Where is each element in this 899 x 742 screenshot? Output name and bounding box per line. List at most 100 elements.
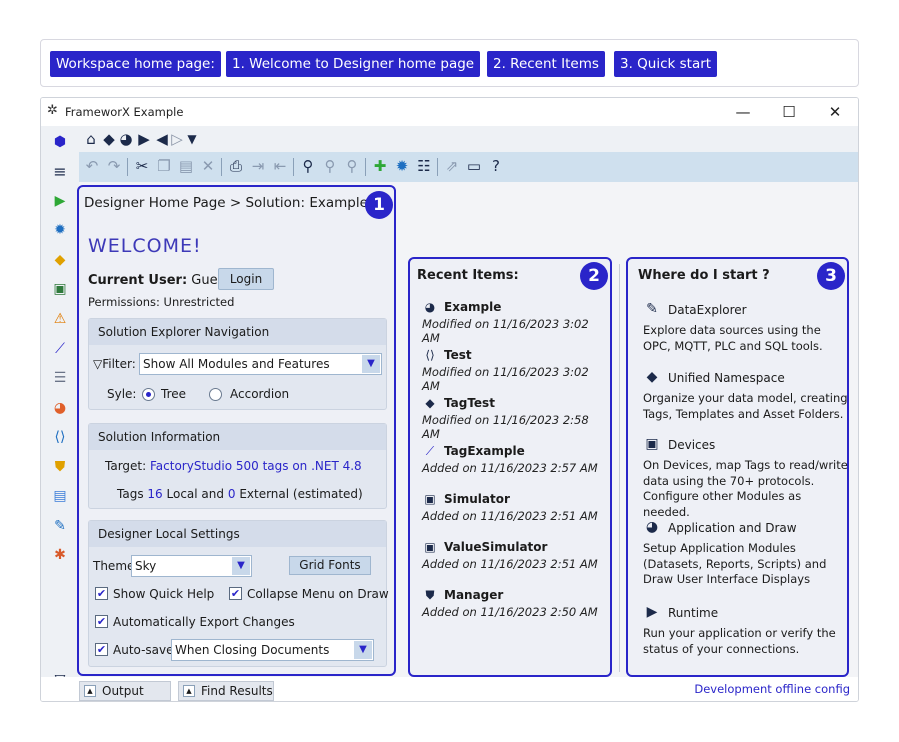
- filter-label-wrap: ▽Filter:: [93, 357, 136, 371]
- group-title: Designer Local Settings: [89, 521, 386, 547]
- welcome-designer-button[interactable]: 1. Welcome to Designer home page: [226, 51, 481, 77]
- status-text[interactable]: Development offline config: [694, 682, 850, 696]
- close-button[interactable]: ✕: [823, 101, 847, 123]
- welcome-heading: WELCOME!: [88, 235, 202, 257]
- quick-start-item-desc: Run your application or verify the statu…: [643, 626, 836, 656]
- paste-icon[interactable]: ▤: [176, 156, 196, 176]
- quick-start-item-desc: Explore data sources using the OPC, MQTT…: [643, 323, 823, 353]
- theme-select-value: Sky: [135, 559, 157, 573]
- recent-item-name[interactable]: TagTest: [444, 396, 495, 410]
- login-button[interactable]: Login: [218, 268, 274, 290]
- runtime-icon[interactable]: ▶: [51, 192, 69, 210]
- output-tab[interactable]: ▲ Output: [79, 681, 171, 701]
- auto-export-label: Automatically Export Changes: [113, 615, 295, 629]
- recent-item-date: Added on 11/16/2023 2:51 AM: [422, 557, 598, 571]
- cut-icon[interactable]: ✂: [132, 156, 152, 176]
- recent-items-panel: Recent Items: 2 ◕ Example Modified on 11…: [408, 257, 612, 677]
- tags-local-count[interactable]: 16: [147, 487, 162, 501]
- search-icon[interactable]: ⚲: [298, 156, 318, 176]
- chevron-down-icon[interactable]: ▼: [362, 355, 380, 373]
- quick-start-item-title[interactable]: Application and Draw: [668, 521, 797, 535]
- quick-toolbar: ⌂ ◆ ◕ ▶ ◀ ▷ ▼: [79, 126, 858, 152]
- chevron-down-icon[interactable]: ▼: [182, 129, 202, 149]
- toolbar-separator: [293, 158, 294, 176]
- security-icon[interactable]: ⛊: [51, 458, 69, 476]
- tags-external-count[interactable]: 0: [228, 487, 236, 501]
- scripts-icon[interactable]: ⟨⟩: [51, 428, 69, 446]
- filter-funnel-icon: ▽: [93, 357, 103, 371]
- step-badge-3: 3: [817, 262, 845, 290]
- redo-icon[interactable]: ↷: [104, 156, 124, 176]
- quick-start-item-desc: On Devices, map Tags to read/write data …: [643, 458, 848, 519]
- recent-items-button[interactable]: 2. Recent Items: [487, 51, 605, 77]
- unified-namespace-icon[interactable]: ◆: [51, 251, 69, 269]
- current-user: Current User: Guest: [88, 273, 229, 288]
- auto-export-checkbox[interactable]: ✔: [95, 615, 108, 628]
- style-tree-label: Tree: [161, 387, 187, 401]
- quick-start-item-title[interactable]: Devices: [668, 438, 715, 452]
- import-icon[interactable]: ⇥: [248, 156, 268, 176]
- quick-start-item-title[interactable]: DataExplorer: [668, 303, 747, 317]
- recent-item-date: Added on 11/16/2023 2:51 AM: [422, 509, 598, 523]
- recent-item-name[interactable]: Example: [444, 300, 501, 314]
- devices-icon[interactable]: ▣: [51, 280, 69, 298]
- style-tree-radio[interactable]: [142, 388, 155, 401]
- show-quick-help-checkbox[interactable]: ✔: [95, 587, 108, 600]
- workspace-home-button[interactable]: Workspace home page:: [50, 51, 221, 77]
- settings-icon[interactable]: ✹: [51, 221, 69, 239]
- recent-item-name[interactable]: ValueSimulator: [444, 540, 547, 554]
- breadcrumb: Designer Home Page > Solution: Example: [84, 195, 368, 211]
- datasets-icon[interactable]: ☰: [51, 369, 69, 387]
- home-icon[interactable]: ⌂: [81, 129, 101, 149]
- recent-item-name[interactable]: Manager: [444, 588, 503, 602]
- undo-icon[interactable]: ↶: [82, 156, 102, 176]
- bottom-bar: ▲ Output ▲ Find Results Development offl…: [41, 677, 858, 701]
- export-icon[interactable]: ⇤: [270, 156, 290, 176]
- tags-local-label: Local and: [166, 487, 225, 501]
- maximize-button[interactable]: ☐: [777, 101, 801, 123]
- minimize-button[interactable]: —: [731, 101, 755, 123]
- quick-start-item-title[interactable]: Runtime: [668, 606, 718, 620]
- chevron-down-icon[interactable]: ▼: [354, 641, 372, 659]
- menu-icon[interactable]: ≡: [51, 163, 69, 181]
- find-next-icon[interactable]: ⚲: [320, 156, 340, 176]
- find-prev-icon[interactable]: ⚲: [342, 156, 362, 176]
- print-icon[interactable]: ⎙: [226, 156, 246, 176]
- collapse-menu-checkbox[interactable]: ✔: [229, 587, 242, 600]
- target-value[interactable]: FactoryStudio 500 tags on .NET 4.8: [150, 459, 362, 473]
- theme-select[interactable]: Sky ▼: [131, 555, 252, 577]
- solution-icon[interactable]: ⬢: [51, 133, 69, 151]
- quick-start-item-title[interactable]: Unified Namespace: [668, 371, 785, 385]
- comment-icon[interactable]: ▭: [464, 156, 484, 176]
- auto-save-checkbox[interactable]: ✔: [95, 643, 108, 656]
- add-tag-icon[interactable]: ✚: [370, 156, 390, 176]
- palette-icon[interactable]: ◕: [116, 129, 136, 149]
- copy-icon[interactable]: ❐: [154, 156, 174, 176]
- chevron-down-icon[interactable]: ▼: [232, 557, 250, 575]
- open-external-icon[interactable]: ⇗: [442, 156, 462, 176]
- reports-icon[interactable]: ▤: [51, 487, 69, 505]
- toolbar-separator: [127, 158, 128, 176]
- grid-fonts-button[interactable]: Grid Fonts: [289, 556, 371, 575]
- displays-icon[interactable]: ◕: [51, 399, 69, 417]
- trend-icon[interactable]: ⟋: [51, 340, 69, 358]
- runtime-toolbar-icon[interactable]: ▶: [134, 129, 154, 149]
- alarms-icon[interactable]: ⚠: [51, 310, 69, 328]
- tools-icon[interactable]: ✎: [51, 517, 69, 535]
- tags-config-icon[interactable]: ✹: [392, 156, 412, 176]
- quick-start-button[interactable]: 3. Quick start: [614, 51, 718, 77]
- recent-item-name[interactable]: Simulator: [444, 492, 510, 506]
- group-title: Solution Explorer Navigation: [89, 319, 386, 345]
- filter-select[interactable]: Show All Modules and Features ▼: [139, 353, 382, 375]
- help-icon[interactable]: ?: [486, 156, 506, 176]
- find-results-tab[interactable]: ▲ Find Results: [178, 681, 274, 701]
- recent-item-date: Added on 11/16/2023 2:57 AM: [422, 461, 598, 475]
- style-accordion-radio[interactable]: [209, 388, 222, 401]
- devices-icon: ▣: [645, 436, 659, 452]
- auto-save-select[interactable]: When Closing Documents ▼: [171, 639, 374, 661]
- delete-icon[interactable]: ✕: [198, 156, 218, 176]
- recent-item-name[interactable]: TagExample: [444, 444, 525, 458]
- recent-item-name[interactable]: Test: [444, 348, 472, 362]
- tree-view-icon[interactable]: ☷: [414, 156, 434, 176]
- extensions-icon[interactable]: ✱: [51, 546, 69, 564]
